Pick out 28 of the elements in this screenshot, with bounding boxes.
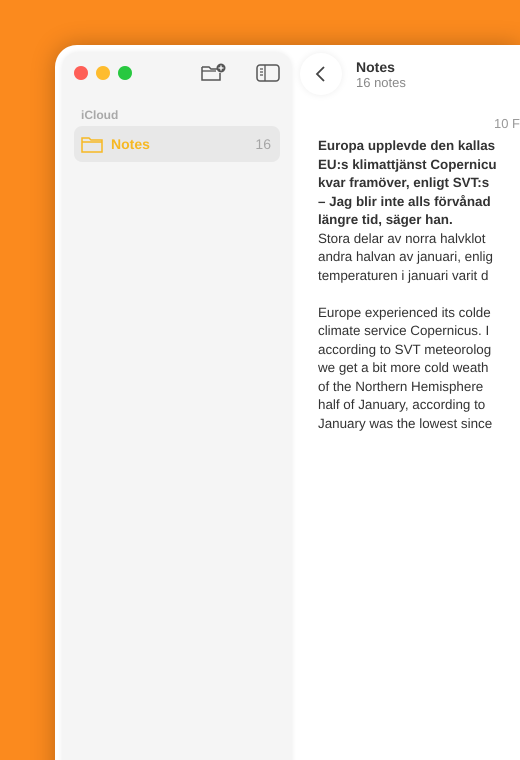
chevron-left-icon [315, 65, 327, 83]
sidebar-toggle-icon[interactable] [256, 64, 280, 82]
folder-icon [81, 135, 103, 153]
note-text-line: half of January, according to [318, 396, 486, 414]
minimize-button[interactable] [96, 66, 110, 80]
note-heading-line: kvar framöver, enligt SVT:s [318, 174, 490, 192]
new-folder-icon[interactable] [200, 63, 226, 83]
note-text-line: Stora delar av norra halvklot [318, 230, 486, 248]
back-button[interactable] [300, 53, 342, 95]
note-text-line: according to SVT meteorolog [318, 340, 492, 359]
note-text-line: of the Northern Hemisphere [318, 378, 484, 396]
folder-item[interactable]: Notes 16 [74, 126, 280, 162]
note-text-line: Europe experienced its colde [318, 304, 492, 322]
note-text-line: andra halvan av januari, enlig [318, 248, 494, 266]
zoom-button[interactable] [118, 66, 132, 80]
close-button[interactable] [74, 66, 88, 80]
note-heading-line: Europa upplevde den kallas [318, 137, 496, 155]
note-text-line: we get a bit more cold weath [318, 359, 490, 377]
note-heading-line: längre tid, säger han. [318, 211, 454, 229]
note-heading-line: EU:s klimattjänst Copernicu [318, 156, 498, 174]
folder-title: Notes [356, 58, 396, 74]
note-text-line: climate service Copernicus. I [318, 322, 490, 340]
note-heading-line: – Jag blir inte alls förvånad [318, 192, 492, 211]
note-text-line: January was the lowest since [318, 414, 494, 433]
note-date: 10 F [494, 116, 520, 131]
section-label: iCloud [81, 108, 120, 122]
note-count: 16 notes [356, 74, 406, 90]
note-text-line: temperaturen i januari varit d [318, 266, 490, 285]
